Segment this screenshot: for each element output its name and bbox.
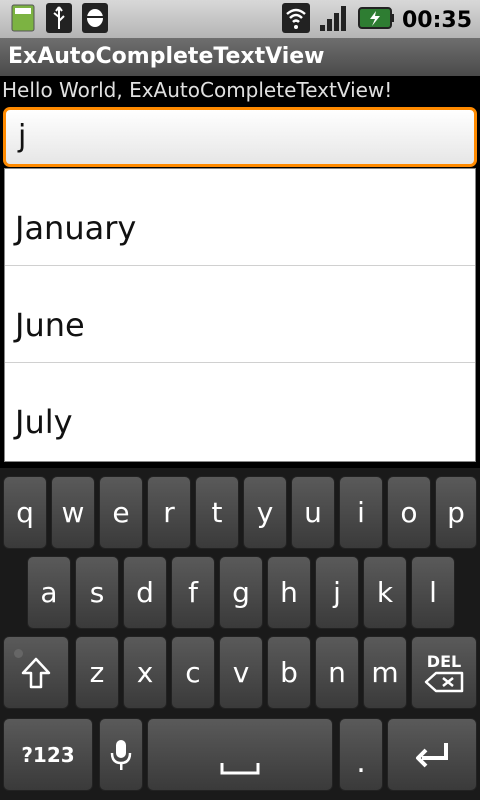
hello-text: Hello World, ExAutoCompleteTextView! <box>2 78 393 102</box>
wifi-icon <box>281 3 310 37</box>
key-u[interactable]: u <box>291 476 335 549</box>
key-w[interactable]: w <box>51 476 95 549</box>
suggestion-dropdown: January June July <box>4 168 476 462</box>
key-y[interactable]: y <box>243 476 287 549</box>
status-bar: 00:35 <box>0 0 480 38</box>
app-title: ExAutoCompleteTextView <box>0 38 480 76</box>
key-q[interactable]: q <box>3 476 47 549</box>
shift-arrow-icon <box>21 657 51 688</box>
voice-input-key[interactable] <box>99 718 143 791</box>
delete-key[interactable]: DEL <box>411 636 477 709</box>
microphone-icon <box>110 739 132 770</box>
delete-label: DEL <box>426 651 462 671</box>
key-g[interactable]: g <box>219 556 263 629</box>
key-j[interactable]: j <box>315 556 359 629</box>
key-s[interactable]: s <box>75 556 119 629</box>
key-v[interactable]: v <box>219 636 263 709</box>
sd-card-icon <box>8 3 38 33</box>
suggestion-item[interactable]: January <box>5 169 475 266</box>
backspace-icon <box>424 671 464 692</box>
autocomplete-input[interactable]: j <box>3 107 477 167</box>
suggestion-item[interactable]: June <box>5 266 475 363</box>
key-k[interactable]: k <box>363 556 407 629</box>
key-i[interactable]: i <box>339 476 383 549</box>
key-f[interactable]: f <box>171 556 215 629</box>
key-a[interactable]: a <box>27 556 71 629</box>
soft-keyboard: q w e r t y u i o p a s d f g h j k l z … <box>0 468 480 800</box>
space-bar-icon <box>220 762 260 774</box>
shift-key[interactable] <box>3 636 69 709</box>
key-o[interactable]: o <box>387 476 431 549</box>
key-r[interactable]: r <box>147 476 191 549</box>
space-key[interactable] <box>147 718 333 791</box>
enter-key[interactable] <box>387 718 477 791</box>
key-b[interactable]: b <box>267 636 311 709</box>
key-t[interactable]: t <box>195 476 239 549</box>
period-key[interactable]: . <box>339 718 383 791</box>
key-l[interactable]: l <box>411 556 455 629</box>
key-n[interactable]: n <box>315 636 359 709</box>
usb-icon <box>44 3 74 33</box>
suggestion-item[interactable]: July <box>5 363 475 460</box>
key-e[interactable]: e <box>99 476 143 549</box>
key-c[interactable]: c <box>171 636 215 709</box>
battery-charging-icon <box>357 6 394 34</box>
key-d[interactable]: d <box>123 556 167 629</box>
key-x[interactable]: x <box>123 636 167 709</box>
caps-indicator-icon <box>14 649 23 658</box>
key-h[interactable]: h <box>267 556 311 629</box>
key-z[interactable]: z <box>75 636 119 709</box>
android-debug-icon <box>80 3 110 33</box>
enter-arrow-icon <box>416 742 448 767</box>
signal-icon <box>318 3 350 37</box>
symbols-key[interactable]: ?123 <box>3 718 93 791</box>
clock: 00:35 <box>401 7 472 33</box>
key-p[interactable]: p <box>435 476 477 549</box>
key-m[interactable]: m <box>363 636 407 709</box>
